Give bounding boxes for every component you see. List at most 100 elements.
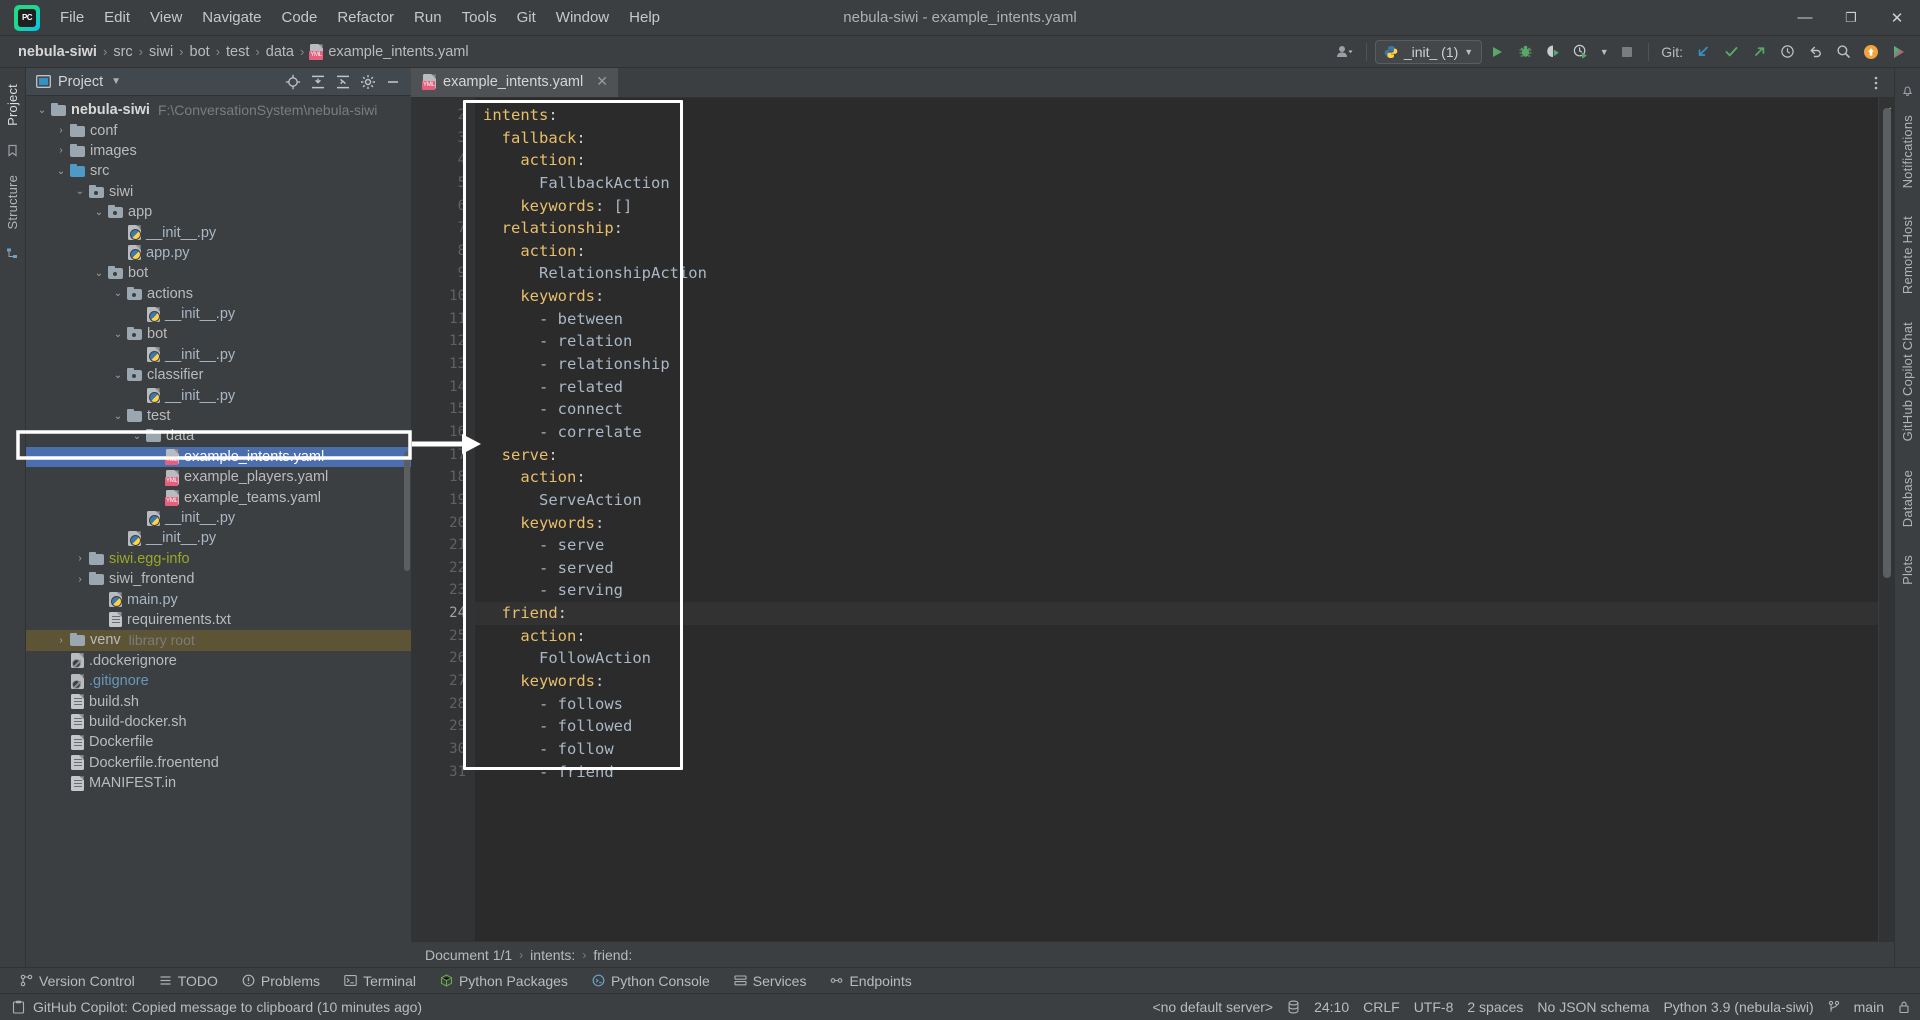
chevron-right-icon[interactable]: ›	[74, 553, 86, 564]
run-button[interactable]	[1484, 40, 1510, 64]
gear-icon[interactable]	[360, 74, 376, 90]
code-line[interactable]: - follows	[475, 693, 1878, 716]
chevron-right-icon[interactable]: ›	[55, 125, 67, 136]
code-line[interactable]: action:	[475, 466, 1878, 489]
code-line[interactable]: fallback:	[475, 127, 1878, 150]
tree-row[interactable]: ⌄ siwi	[26, 182, 411, 202]
tree-row[interactable]: ⌄ actions	[26, 284, 411, 304]
code-line[interactable]: - connect	[475, 398, 1878, 421]
tree-row[interactable]: ›YMLexample_players.yaml	[26, 467, 411, 487]
tree-row-selected[interactable]: ›YMLexample_intents.yaml	[26, 446, 411, 468]
db-icon[interactable]	[1287, 1000, 1300, 1014]
project-file-tree[interactable]: ⌄ nebula-siwi F:\ConversationSystem\nebula…	[26, 96, 411, 967]
code-line[interactable]: - correlate	[475, 421, 1878, 444]
code-line[interactable]: keywords:	[475, 512, 1878, 535]
tree-row[interactable]: ›build.sh	[26, 691, 411, 711]
code-line[interactable]: - served	[475, 557, 1878, 580]
editor-scrollbar[interactable]	[1883, 108, 1891, 578]
code-line[interactable]: RelationshipAction	[475, 262, 1878, 285]
status-default-server[interactable]: <no default server>	[1152, 999, 1273, 1015]
git-commit-icon[interactable]	[1718, 40, 1744, 64]
update-available-icon[interactable]	[1858, 40, 1884, 64]
copilot-icon[interactable]	[1886, 40, 1912, 64]
tool-tab-notifications[interactable]: Notifications	[1896, 107, 1919, 196]
status-indent[interactable]: 2 spaces	[1467, 999, 1523, 1015]
account-icon[interactable]	[1332, 40, 1358, 64]
tree-row[interactable]: ⌄ bot	[26, 263, 411, 283]
tree-row[interactable]: ›.dockerignore	[26, 651, 411, 671]
code-line[interactable]: action:	[475, 625, 1878, 648]
code-line[interactable]: friend:	[475, 602, 1878, 625]
tree-row[interactable]: ›__init__.py	[26, 528, 411, 548]
tree-row[interactable]: ›main.py	[26, 589, 411, 609]
menu-view[interactable]: View	[140, 4, 192, 31]
chevron-down-icon[interactable]: ⌄	[74, 186, 86, 197]
code-line[interactable]: intents:	[475, 104, 1878, 127]
tree-row[interactable]: ⌄ app	[26, 202, 411, 222]
breadcrumb-document[interactable]: Document 1/1	[425, 947, 512, 963]
close-icon[interactable]: ✕	[596, 73, 608, 90]
tree-row[interactable]: › siwi_frontend	[26, 569, 411, 589]
lock-icon[interactable]	[1898, 1000, 1910, 1014]
profile-button[interactable]	[1568, 40, 1594, 64]
menu-refactor[interactable]: Refactor	[327, 4, 404, 31]
chevron-right-icon[interactable]: ›	[55, 635, 67, 646]
tree-row[interactable]: ⌄ bot	[26, 324, 411, 344]
tool-tab-database[interactable]: Database	[1896, 462, 1919, 535]
tree-row[interactable]: ›__init__.py	[26, 345, 411, 365]
tool-button-services[interactable]: Services	[722, 970, 819, 992]
tree-row[interactable]: ›requirements.txt	[26, 610, 411, 630]
bookmarks-icon[interactable]	[6, 144, 19, 157]
chevron-down-icon[interactable]: ⌄	[55, 166, 67, 177]
menu-file[interactable]: File	[50, 4, 94, 31]
select-opened-file-icon[interactable]	[285, 74, 301, 90]
undo-icon[interactable]	[1802, 40, 1828, 64]
code-line[interactable]: keywords:	[475, 285, 1878, 308]
code-line[interactable]: - related	[475, 376, 1878, 399]
tree-row[interactable]: ›.gitignore	[26, 671, 411, 691]
code-content[interactable]: intents: fallback: action: FallbackActio…	[475, 98, 1878, 783]
status-caret-position[interactable]: 24:10	[1314, 999, 1349, 1015]
chevron-down-icon[interactable]: ⌄	[112, 329, 124, 340]
tool-button-python-console[interactable]: Python Console	[580, 970, 722, 992]
editor-tab-example-intents-yaml[interactable]: YML example_intents.yaml ✕	[411, 68, 618, 97]
menu-edit[interactable]: Edit	[94, 4, 140, 31]
chevron-right-icon[interactable]: ›	[55, 145, 67, 156]
tool-button-problems[interactable]: Problems	[230, 970, 332, 992]
chevron-down-icon[interactable]: ⌄	[93, 268, 105, 279]
chevron-down-icon[interactable]: ⌄	[93, 207, 105, 218]
menu-window[interactable]: Window	[546, 4, 619, 31]
close-button[interactable]: ✕	[1874, 0, 1920, 36]
code-line[interactable]: - follow	[475, 738, 1878, 761]
tree-row[interactable]: ›Dockerfile	[26, 732, 411, 752]
tool-tab-structure[interactable]: Structure	[1, 167, 24, 238]
tool-tab-remote-host[interactable]: Remote Host	[1896, 208, 1919, 302]
tree-row[interactable]: › conf	[26, 120, 411, 140]
tree-row[interactable]: ›YMLexample_teams.yaml	[26, 487, 411, 507]
code-line[interactable]: - followed	[475, 715, 1878, 738]
chevron-down-icon[interactable]: ⌄	[131, 431, 143, 442]
menu-navigate[interactable]: Navigate	[192, 4, 271, 31]
run-with-coverage-button[interactable]	[1540, 40, 1566, 64]
error-marker-gutter[interactable]: ✔	[1878, 98, 1894, 941]
code-line[interactable]: ServeAction	[475, 489, 1878, 512]
breadcrumb-item-src[interactable]: src	[109, 42, 136, 62]
breadcrumb-friend[interactable]: friend:	[593, 947, 632, 963]
hide-panel-icon[interactable]	[385, 74, 401, 90]
code-line[interactable]: keywords: []	[475, 195, 1878, 218]
tree-row[interactable]: ›Dockerfile.froentend	[26, 753, 411, 773]
chevron-right-icon[interactable]: ›	[74, 574, 86, 585]
tree-row[interactable]: ⌄ test	[26, 406, 411, 426]
code-line[interactable]: FollowAction	[475, 647, 1878, 670]
code-line[interactable]: - relationship	[475, 353, 1878, 376]
status-json-schema[interactable]: No JSON schema	[1537, 999, 1649, 1015]
tree-row[interactable]: ⌄ src	[26, 161, 411, 181]
collapse-all-icon[interactable]	[335, 74, 351, 90]
tool-tab-plots[interactable]: Plots	[1896, 547, 1919, 593]
maximize-button[interactable]: ❐	[1828, 0, 1874, 36]
tree-row[interactable]: › venv library root	[26, 630, 411, 651]
breadcrumb-item-test[interactable]: test	[222, 42, 253, 62]
tree-row[interactable]: ›build-docker.sh	[26, 712, 411, 732]
tree-row[interactable]: ›__init__.py	[26, 385, 411, 405]
code-line[interactable]: action:	[475, 149, 1878, 172]
